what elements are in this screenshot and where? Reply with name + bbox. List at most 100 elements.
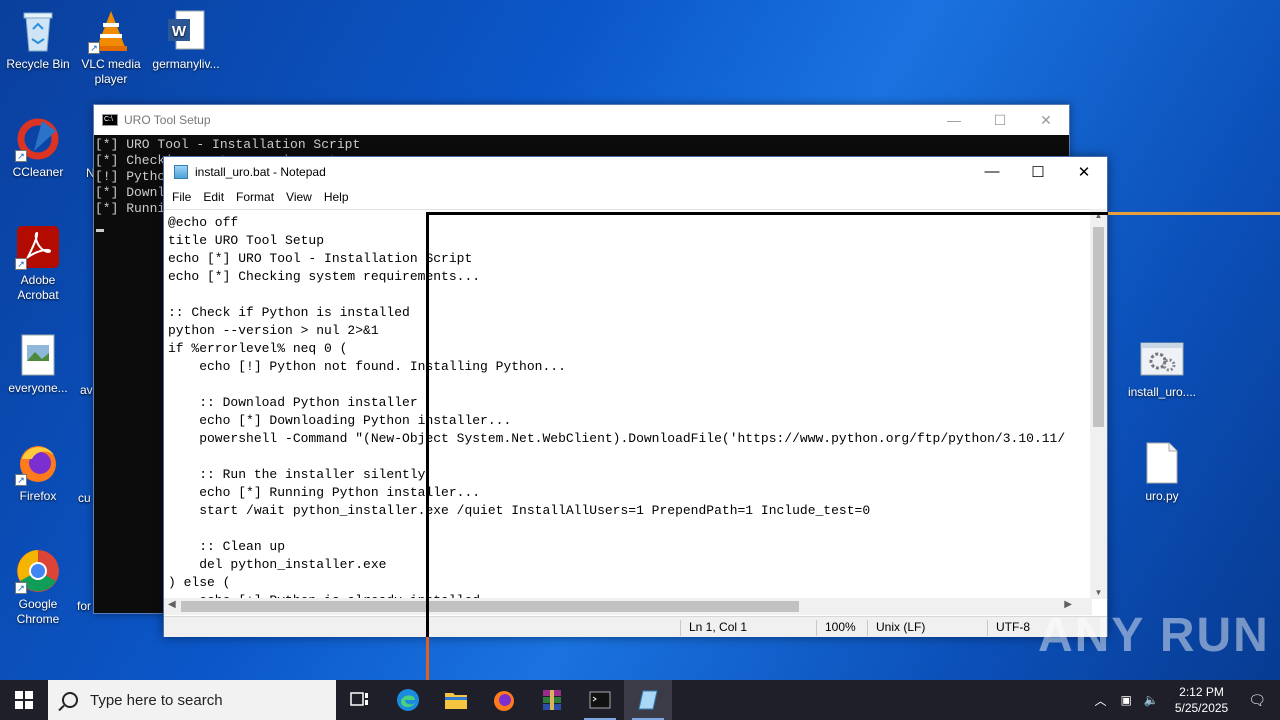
archive-icon <box>543 690 561 710</box>
image-file-icon <box>15 332 61 378</box>
status-line-ending: Unix (LF) <box>867 620 987 636</box>
start-button[interactable] <box>0 680 48 720</box>
notepad-title: install_uro.bat - Notepad <box>195 165 326 179</box>
vertical-scroll-thumb[interactable] <box>1093 227 1104 427</box>
taskbar-command-prompt[interactable] <box>576 680 624 720</box>
status-zoom: 100% <box>816 620 870 636</box>
desktop-icon-label: germanyliv... <box>152 57 220 71</box>
highlight-line <box>426 637 429 681</box>
notepad-window[interactable]: install_uro.bat - Notepad — ☐ ✕ File Edi… <box>163 156 1108 637</box>
notepad-menubar: File Edit Format View Help <box>164 187 1107 207</box>
highlight-line <box>1108 212 1280 215</box>
console-titlebar[interactable]: C:\ URO Tool Setup — ☐ ✕ <box>94 105 1069 135</box>
desktop-icon-label: Google Chrome <box>16 597 60 626</box>
shortcut-arrow-icon: ↗ <box>15 150 27 162</box>
recycle-bin-icon <box>15 8 61 54</box>
volume-icon[interactable]: 🔈 <box>1138 693 1165 707</box>
desktop-icon-label: uro.py <box>1145 489 1179 503</box>
clock-time: 2:12 PM <box>1179 685 1224 699</box>
ccleaner-icon: ↗ <box>15 116 61 162</box>
desktop-icon-adobe-acrobat[interactable]: ↗ Adobe Acrobat <box>0 224 76 303</box>
anyrun-watermark: ANY RUN <box>1038 609 1270 662</box>
system-tray: ︿ ▣ 🔈 2:12 PM 5/25/2025 🗨 <box>1087 680 1280 720</box>
menu-file[interactable]: File <box>166 190 197 204</box>
minimize-button[interactable]: — <box>969 163 1015 181</box>
desktop-icon-image-file[interactable]: everyone... <box>0 332 76 396</box>
network-icon[interactable]: ▣ <box>1115 693 1138 707</box>
taskbar-winrar[interactable] <box>528 680 576 720</box>
chrome-icon: ↗ <box>15 548 61 594</box>
search-placeholder: Type here to search <box>90 691 223 709</box>
desktop-icon-label: everyone... <box>8 381 68 395</box>
partial-desktop-label: av <box>80 383 93 397</box>
word-document-icon: W <box>163 8 209 54</box>
scroll-up-icon[interactable]: ▲ <box>1090 211 1107 220</box>
vertical-scrollbar[interactable]: ▲ ▼ <box>1090 209 1107 599</box>
shortcut-arrow-icon: ↗ <box>15 582 27 594</box>
svg-text:W: W <box>172 23 187 40</box>
vlc-cone-icon: ↗ <box>88 8 134 54</box>
partial-desktop-label: cu <box>78 491 91 505</box>
desktop-icon-ccleaner[interactable]: ↗ CCleaner <box>0 116 76 180</box>
close-button[interactable]: ✕ <box>1023 112 1069 129</box>
notepad-statusbar: Ln 1, Col 1 100% Unix (LF) UTF-8 <box>164 616 1107 637</box>
batch-file-gears-icon <box>1139 336 1185 382</box>
desktop-icon-vlc[interactable]: ↗ VLC media player <box>73 8 149 87</box>
taskbar-edge[interactable] <box>384 680 432 720</box>
minimize-button[interactable]: — <box>931 112 977 129</box>
maximize-button[interactable]: ☐ <box>1015 163 1061 181</box>
scroll-left-icon[interactable]: ◀ <box>168 599 176 610</box>
shortcut-arrow-icon: ↗ <box>88 42 100 54</box>
desktop-icon-install-uro[interactable]: install_uro.... <box>1124 336 1200 400</box>
clock-date: 5/25/2025 <box>1174 701 1229 715</box>
status-position: Ln 1, Col 1 <box>680 620 810 636</box>
firefox-icon: ↗ <box>15 440 61 486</box>
scroll-down-icon[interactable]: ▼ <box>1090 588 1107 597</box>
close-button[interactable]: ✕ <box>1061 163 1107 181</box>
taskbar-clock[interactable]: 2:12 PM 5/25/2025 <box>1165 684 1238 716</box>
terminal-icon <box>589 691 611 709</box>
desktop-icon-word-doc[interactable]: W germanyliv... <box>148 8 224 72</box>
notepad-text-area[interactable]: @echo off title URO Tool Setup echo [*] … <box>164 209 1092 599</box>
task-view-button[interactable] <box>336 680 384 720</box>
desktop-icon-label: CCleaner <box>12 165 64 179</box>
desktop-icon-uro-py[interactable]: uro.py <box>1124 440 1200 504</box>
cmd-icon: C:\ <box>102 114 118 126</box>
horizontal-scrollbar[interactable]: ◀ ▶ <box>164 598 1092 615</box>
notepad-titlebar[interactable]: install_uro.bat - Notepad — ☐ ✕ <box>164 157 1107 187</box>
desktop-icon-label: Firefox <box>19 489 57 503</box>
desktop-icon-label: install_uro.... <box>1127 385 1197 399</box>
task-view-icon <box>350 692 368 706</box>
desktop-icon-label: VLC media player <box>81 57 141 86</box>
taskbar-firefox[interactable] <box>480 680 528 720</box>
desktop-icon-label: Adobe Acrobat <box>17 273 59 302</box>
taskbar: Type here to search ︿ ▣ 🔈 2:12 PM 5/25/2… <box>0 680 1280 720</box>
desktop-icon-recycle-bin[interactable]: Recycle Bin <box>0 8 76 72</box>
notification-icon[interactable]: 🗨 <box>1238 692 1280 709</box>
maximize-button[interactable]: ☐ <box>977 112 1023 129</box>
partial-desktop-label: for <box>77 599 92 613</box>
firefox-icon <box>494 691 514 711</box>
notepad-icon <box>174 165 188 179</box>
menu-help[interactable]: Help <box>318 190 355 204</box>
horizontal-scroll-thumb[interactable] <box>181 601 799 612</box>
taskbar-file-explorer[interactable] <box>432 680 480 720</box>
search-icon <box>62 692 78 708</box>
notepad-content[interactable]: @echo off title URO Tool Setup echo [*] … <box>164 210 1092 599</box>
menu-view[interactable]: View <box>280 190 318 204</box>
desktop-icon-firefox[interactable]: ↗ Firefox <box>0 440 76 504</box>
taskbar-search-box[interactable]: Type here to search <box>48 680 336 720</box>
desktop-icon-chrome[interactable]: ↗ Google Chrome <box>0 548 76 627</box>
notepad-icon <box>638 690 658 710</box>
desktop-icon-label: Recycle Bin <box>6 57 70 71</box>
menu-format[interactable]: Format <box>230 190 280 204</box>
windows-logo-icon <box>15 691 33 709</box>
blank-file-icon <box>1139 440 1185 486</box>
menu-edit[interactable]: Edit <box>197 190 230 204</box>
chevron-up-icon[interactable]: ︿ <box>1087 692 1115 709</box>
console-title: URO Tool Setup <box>124 113 211 127</box>
edge-icon <box>397 689 419 711</box>
folder-icon <box>445 693 467 709</box>
taskbar-notepad[interactable] <box>624 680 672 720</box>
shortcut-arrow-icon: ↗ <box>15 258 27 270</box>
